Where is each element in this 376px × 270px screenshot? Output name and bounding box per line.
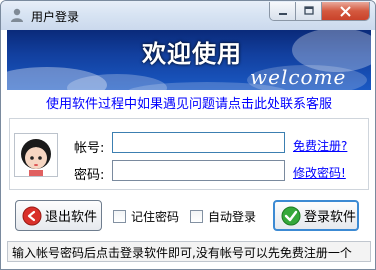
login-button-label: 登录软件: [304, 210, 357, 225]
welcome-banner: 欢迎使用 welcome: [7, 30, 371, 90]
remember-password-checkbox[interactable]: 记住密码: [113, 208, 179, 225]
support-link[interactable]: 使用软件过程中如果遇见问题请点击此处联系客服: [1, 93, 375, 112]
title-bar[interactable]: 用户登录: [1, 1, 375, 30]
banner-title: 欢迎使用: [142, 39, 242, 68]
exit-icon: [22, 206, 42, 225]
login-button[interactable]: 登录软件: [273, 200, 359, 231]
auto-login-checkbox[interactable]: 自动登录: [190, 208, 256, 225]
status-text: 输入帐号密码后点击登录软件即可,没有帐号可以先免费注册一个: [12, 246, 352, 260]
exit-button-label: 退出软件: [45, 210, 98, 225]
username-input[interactable]: [113, 133, 284, 152]
register-link[interactable]: 免费注册?: [293, 137, 347, 154]
minimize-icon[interactable]: [270, 2, 296, 20]
password-input[interactable]: [113, 161, 284, 180]
checkmark-icon: [281, 206, 301, 225]
window-title: 用户登录: [31, 10, 80, 24]
caption-buttons: [269, 2, 370, 21]
status-bar: 输入帐号密码后点击登录软件即可,没有帐号可以先免费注册一个: [7, 241, 371, 262]
auto-login-checkbox-box[interactable]: [190, 210, 203, 223]
username-label: 帐号:: [74, 141, 105, 156]
exit-button[interactable]: 退出软件: [15, 200, 102, 231]
close-icon[interactable]: [322, 2, 369, 20]
remember-label: 记住密码: [131, 210, 180, 224]
cartoon-avatar-icon: [14, 133, 58, 177]
user-icon: [11, 8, 23, 22]
password-field[interactable]: [112, 160, 285, 181]
maximize-icon[interactable]: [296, 2, 322, 20]
username-field[interactable]: [112, 132, 285, 153]
auto-login-label: 自动登录: [208, 210, 257, 224]
remember-checkbox-box[interactable]: [113, 210, 126, 223]
banner-subtitle: welcome: [250, 65, 347, 89]
login-window: 用户登录 欢迎使用 welcome 使用软件过程中如果遇见问题请点击此处联系客服: [0, 0, 376, 270]
password-label: 密码:: [74, 168, 105, 183]
change-password-link[interactable]: 修改密码!: [293, 164, 346, 181]
